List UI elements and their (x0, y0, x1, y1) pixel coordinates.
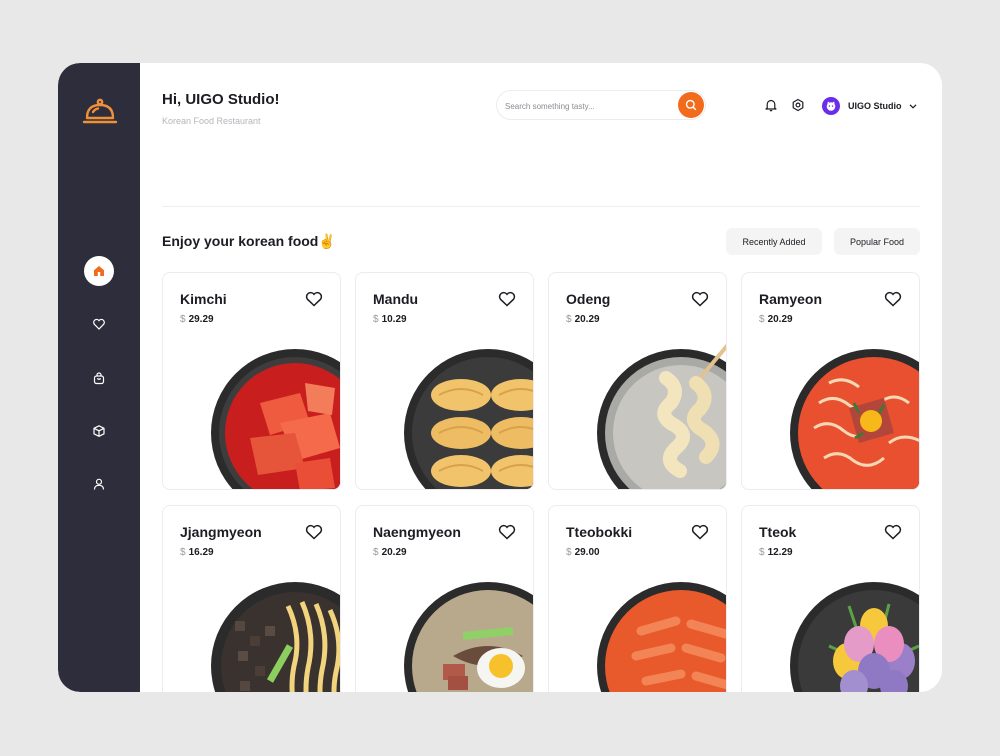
food-price: $20.29 (373, 547, 407, 558)
sidebar-item-profile[interactable] (84, 469, 114, 499)
tteok-image (790, 582, 919, 692)
page-subtitle: Korean Food Restaurant (162, 116, 261, 126)
food-name: Jjangmyeon (180, 524, 262, 540)
heart-icon[interactable] (305, 291, 323, 307)
food-name: Kimchi (180, 291, 227, 307)
food-card-naengmyeon[interactable]: Naengmyeon $20.29 (355, 505, 534, 692)
food-name: Tteobokki (566, 524, 633, 540)
heart-icon (93, 318, 105, 330)
food-card-tteok[interactable]: Tteok $12.29 (741, 505, 920, 692)
heart-icon[interactable] (884, 291, 902, 307)
chevron-down-icon (909, 103, 916, 109)
tteobokki-image (597, 582, 726, 692)
food-card-kimchi[interactable]: Kimchi $29.29 (162, 272, 341, 490)
naengmyeon-image (404, 582, 533, 692)
section-title: Enjoy your korean food✌️ (162, 233, 336, 249)
food-name: Tteok (759, 524, 797, 540)
filter-popular-food-button[interactable]: Popular Food (834, 228, 920, 255)
main-content: Hi, UIGO Studio! Korean Food Restaurant … (140, 63, 942, 692)
heart-icon[interactable] (498, 291, 516, 307)
food-price: $20.29 (759, 314, 793, 325)
food-price: $29.00 (566, 547, 600, 558)
sidebar-item-favorites[interactable] (84, 309, 114, 339)
food-name: Naengmyeon (373, 524, 461, 540)
food-card-odeng[interactable]: Odeng $20.29 (548, 272, 727, 490)
odeng-image (597, 343, 726, 489)
food-card-jjangmyeon[interactable]: Jjangmyeon $16.29 (162, 505, 341, 692)
page-title: Hi, UIGO Studio! (162, 91, 280, 108)
sidebar-item-home[interactable] (84, 256, 114, 286)
food-price: $29.29 (180, 314, 214, 325)
sidebar-item-products[interactable] (84, 416, 114, 446)
food-price: $20.29 (566, 314, 600, 325)
heart-icon[interactable] (691, 524, 709, 540)
search-input[interactable] (505, 98, 675, 114)
heart-icon[interactable] (884, 524, 902, 540)
search-icon (685, 99, 697, 111)
food-name: Odeng (566, 291, 611, 307)
heart-icon[interactable] (691, 291, 709, 307)
avatar-face-icon (826, 101, 836, 111)
food-price: $16.29 (180, 547, 214, 558)
jjangmyeon-image (211, 582, 340, 692)
user-name: UIGO Studio (848, 100, 902, 111)
bag-icon (93, 372, 105, 385)
ramyeon-image (790, 349, 919, 489)
food-price: $12.29 (759, 547, 793, 558)
food-name: Ramyeon (759, 291, 823, 307)
food-card-mandu[interactable]: Mandu $10.29 (355, 272, 534, 490)
food-name: Mandu (373, 291, 419, 307)
sidebar-item-orders[interactable] (84, 363, 114, 393)
header-divider (162, 206, 920, 207)
avatar (822, 96, 840, 115)
user-menu[interactable]: UIGO Studio (822, 96, 918, 115)
mandu-image (404, 349, 533, 489)
box-icon (93, 425, 105, 437)
bell-icon[interactable] (764, 98, 778, 112)
search-button[interactable] (678, 92, 704, 118)
gear-icon[interactable] (791, 98, 805, 112)
heart-icon[interactable] (305, 524, 323, 540)
home-icon (94, 266, 104, 276)
food-price: $10.29 (373, 314, 407, 325)
search-bar (496, 90, 706, 120)
heart-icon[interactable] (498, 524, 516, 540)
filter-recently-added-button[interactable]: Recently Added (726, 228, 822, 255)
kimchi-image (211, 349, 340, 489)
user-icon (93, 478, 105, 490)
food-card-tteobokki[interactable]: Tteobokki $29.00 (548, 505, 727, 692)
sidebar (58, 63, 140, 692)
cloche-icon[interactable] (82, 97, 118, 127)
food-card-ramyeon[interactable]: Ramyeon $20.29 (741, 272, 920, 490)
app-window: Hi, UIGO Studio! Korean Food Restaurant … (58, 63, 942, 692)
